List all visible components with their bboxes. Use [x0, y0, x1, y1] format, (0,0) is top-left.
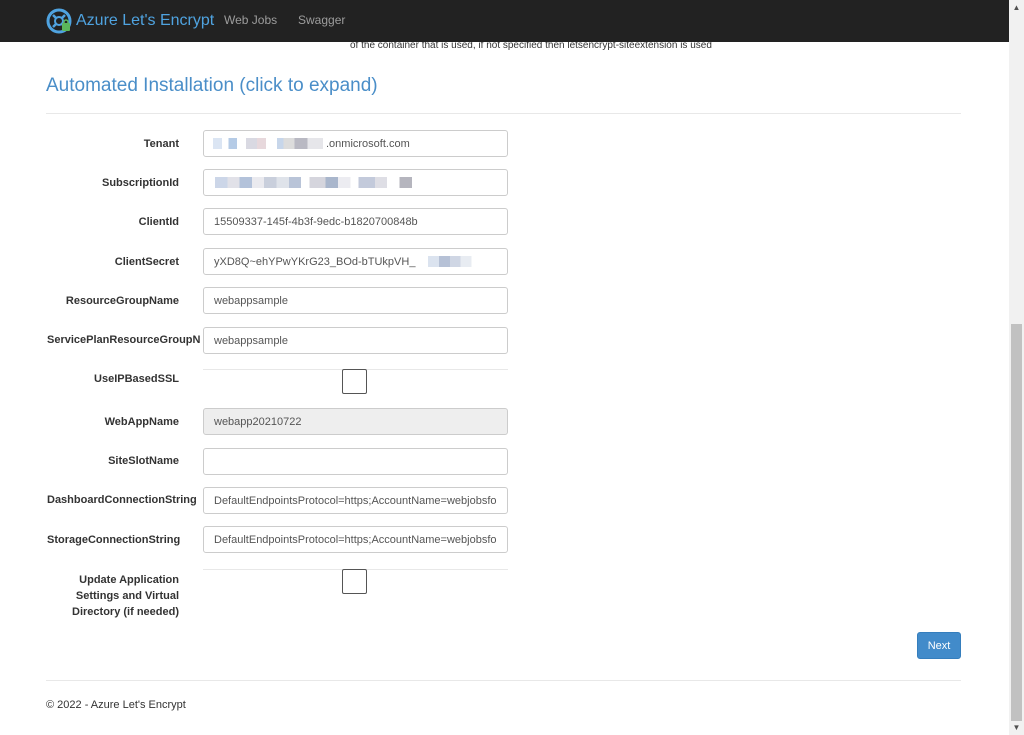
resource-group-label: ResourceGroupName — [65, 295, 179, 307]
storage-connection-string-label: StorageConnectionString — [47, 534, 181, 546]
footer-copyright: © 2022 - Azure Let's Encrypt — [46, 699, 186, 711]
automated-installation-toggle[interactable]: Automated Installation (click to expand) — [46, 75, 378, 97]
resource-group-input[interactable] — [203, 287, 508, 314]
subscription-field-wrap — [203, 169, 508, 196]
web-app-name-input[interactable] — [203, 408, 508, 435]
use-ip-based-ssl-checkbox[interactable] — [342, 369, 367, 394]
client-id-input[interactable] — [203, 208, 508, 235]
subscription-id-input[interactable] — [203, 169, 508, 196]
client-secret-label: ClientSecret — [114, 256, 179, 268]
tenant-label: Tenant — [143, 138, 179, 150]
subscription-id-label: SubscriptionId — [102, 177, 179, 189]
tenant-input[interactable] — [203, 130, 508, 157]
service-plan-resource-group-label: ServicePlanResourceGroupN — [47, 334, 201, 346]
web-app-name-label: WebAppName — [104, 416, 179, 428]
vertical-scrollbar[interactable]: ▲ ▼ — [1009, 0, 1024, 735]
lets-encrypt-logo-icon — [46, 8, 72, 34]
storage-connection-string-input[interactable] — [203, 526, 508, 553]
brand-link[interactable]: Azure Let's Encrypt — [46, 8, 214, 34]
section-divider — [46, 113, 961, 114]
site-slot-name-label: SiteSlotName — [108, 455, 179, 467]
update-application-settings-checkbox[interactable] — [342, 569, 367, 594]
scroll-up-arrow-icon[interactable]: ▲ — [1009, 0, 1024, 15]
footer-divider — [46, 680, 961, 681]
next-button[interactable]: Next — [917, 632, 961, 659]
tenant-field-wrap — [203, 130, 508, 157]
use-ip-based-ssl-label: UseIPBasedSSL — [94, 373, 179, 385]
nav-swagger[interactable]: Swagger — [298, 13, 345, 27]
client-secret-input[interactable] — [203, 248, 508, 275]
brand-name: Azure Let's Encrypt — [76, 12, 215, 29]
top-navbar: Azure Let's Encrypt Web Jobs Swagger — [0, 0, 1009, 42]
site-slot-name-input[interactable] — [203, 448, 508, 475]
client-id-label: ClientId — [138, 216, 179, 228]
nav-web-jobs[interactable]: Web Jobs — [224, 13, 277, 27]
scroll-down-arrow-icon[interactable]: ▼ — [1009, 720, 1024, 735]
client-secret-field-wrap — [203, 248, 508, 275]
dashboard-connection-string-input[interactable] — [203, 487, 508, 514]
update-application-settings-label: Update Application Settings and Virtual … — [72, 574, 179, 618]
dashboard-connection-string-label: DashboardConnectionString — [47, 494, 197, 506]
service-plan-resource-group-input[interactable] — [203, 327, 508, 354]
scrollbar-thumb[interactable] — [1011, 324, 1022, 721]
